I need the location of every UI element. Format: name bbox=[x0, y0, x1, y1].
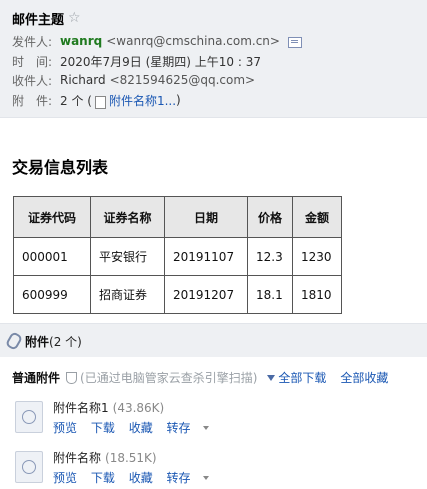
mail-subject: 邮件主题 bbox=[12, 12, 65, 28]
column-header: 证券名称 bbox=[90, 196, 165, 238]
column-header: 金额 bbox=[292, 196, 342, 238]
table-header-row: 证券代码 证券名称 日期 价格 金额 bbox=[13, 196, 342, 238]
scan-notice: (已通过电脑管家云查杀引擎扫描) bbox=[80, 371, 258, 385]
file-actions: 预览 下载 收藏 转存 bbox=[53, 419, 229, 436]
to-row: 收件人: Richard <821594625@qq.com> bbox=[12, 71, 255, 89]
star-icon[interactable]: ☆ bbox=[68, 10, 81, 26]
attachment-count: 2 个 ( bbox=[60, 93, 92, 108]
attachment-item: 附件名称1 (43.86K) 预览 下载 收藏 转存 bbox=[15, 399, 375, 439]
attachments-count: (2 个) bbox=[49, 335, 82, 349]
attachment-row: 附 件: 2 个 ( 附件名称1... ) bbox=[12, 91, 181, 109]
shield-icon bbox=[66, 371, 78, 384]
forward-button[interactable]: 转存 bbox=[167, 421, 219, 435]
file-actions: 预览 下载 收藏 转存 bbox=[53, 469, 229, 486]
attachments-header: 附件(2 个) bbox=[0, 323, 427, 357]
download-button[interactable]: 下载 bbox=[91, 421, 115, 435]
recipient-name[interactable]: Richard bbox=[60, 73, 106, 87]
mail-body: 交易信息列表 证券代码 证券名称 日期 价格 金额 000001 平安银行 20… bbox=[0, 118, 427, 323]
file-name-row: 附件名称 (18.51K) bbox=[53, 449, 157, 466]
time-label: 时 间: bbox=[12, 54, 53, 69]
download-button[interactable]: 下载 bbox=[91, 471, 115, 485]
trade-table: 证券代码 证券名称 日期 价格 金额 000001 平安银行 20191107 … bbox=[13, 196, 342, 314]
attachment-link[interactable]: 附件名称1... bbox=[109, 92, 176, 109]
from-label: 发件人: bbox=[12, 34, 53, 49]
table-row: 600999 招商证券 20191207 18.1 1810 bbox=[13, 275, 342, 314]
contact-card-icon[interactable] bbox=[287, 36, 302, 48]
body-title: 交易信息列表 bbox=[12, 158, 109, 177]
preview-button[interactable]: 预览 bbox=[53, 421, 77, 435]
attachments-title: 附件(2 个) bbox=[25, 333, 82, 350]
normal-attachments-label: 普通附件 bbox=[12, 371, 61, 385]
column-header: 证券代码 bbox=[13, 196, 91, 238]
column-header: 价格 bbox=[247, 196, 293, 238]
attachment-close: ) bbox=[176, 93, 181, 107]
table-cell: 20191207 bbox=[164, 275, 248, 314]
save-button[interactable]: 收藏 bbox=[129, 421, 153, 435]
normal-attachments-bar: 普通附件 (已通过电脑管家云查杀引擎扫描) 全部下载 全部收藏 bbox=[12, 369, 388, 386]
table-row: 000001 平安银行 20191107 12.3 1230 bbox=[13, 237, 342, 276]
time-row: 时 间: 2020年7月9日 (星期四) 上午10 : 37 bbox=[12, 52, 261, 70]
table-cell: 000001 bbox=[13, 237, 91, 276]
forward-button[interactable]: 转存 bbox=[167, 471, 219, 485]
file-size: (18.51K) bbox=[105, 451, 157, 465]
document-icon bbox=[94, 95, 106, 109]
file-name[interactable]: 附件名称 bbox=[53, 451, 101, 465]
to-label: 收件人: bbox=[12, 73, 53, 88]
sender-name[interactable]: wanrq bbox=[60, 34, 102, 48]
attachment-item: 附件名称 (18.51K) 预览 下载 收藏 转存 bbox=[15, 449, 375, 489]
forward-label: 转存 bbox=[166, 471, 191, 485]
time-value: 2020年7月9日 (星期四) 上午10 : 37 bbox=[60, 54, 262, 69]
file-size: (43.86K) bbox=[112, 401, 165, 415]
table-cell: 600999 bbox=[13, 275, 91, 314]
paperclip-icon bbox=[4, 331, 24, 351]
table-cell: 12.3 bbox=[247, 237, 293, 276]
subject-row: 邮件主题 ☆ bbox=[12, 8, 81, 28]
table-cell: 招商证券 bbox=[90, 275, 165, 314]
recipient-address: <821594625@qq.com> bbox=[109, 73, 256, 87]
download-all-label: 全部下载 bbox=[278, 371, 327, 385]
save-all-button[interactable]: 全部收藏 bbox=[340, 369, 388, 386]
attachments-title-text: 附件 bbox=[25, 335, 50, 349]
chevron-down-icon bbox=[202, 426, 209, 430]
table-cell: 20191107 bbox=[164, 237, 248, 276]
column-header: 日期 bbox=[164, 196, 248, 238]
mail-header: 邮件主题 ☆ 发件人: wanrq <wanrq@cmschina.com.cn… bbox=[0, 0, 427, 118]
table-cell: 18.1 bbox=[247, 275, 293, 314]
from-row: 发件人: wanrq <wanrq@cmschina.com.cn> bbox=[12, 32, 302, 50]
file-icon[interactable] bbox=[15, 401, 43, 433]
sender-address: <wanrq@cmschina.com.cn> bbox=[106, 34, 280, 48]
preview-button[interactable]: 预览 bbox=[53, 471, 77, 485]
chevron-down-icon bbox=[202, 476, 209, 480]
table-cell: 平安银行 bbox=[90, 237, 165, 276]
forward-label: 转存 bbox=[166, 421, 191, 435]
file-icon[interactable] bbox=[15, 451, 43, 483]
download-arrow-icon bbox=[267, 375, 276, 381]
download-all-button[interactable]: 全部下载 bbox=[267, 369, 326, 386]
table-cell: 1230 bbox=[292, 237, 342, 276]
save-button[interactable]: 收藏 bbox=[129, 471, 153, 485]
file-name-row: 附件名称1 (43.86K) bbox=[53, 399, 164, 416]
attachment-label: 附 件: bbox=[12, 93, 53, 108]
table-cell: 1810 bbox=[292, 275, 342, 314]
file-name[interactable]: 附件名称1 bbox=[53, 401, 109, 415]
